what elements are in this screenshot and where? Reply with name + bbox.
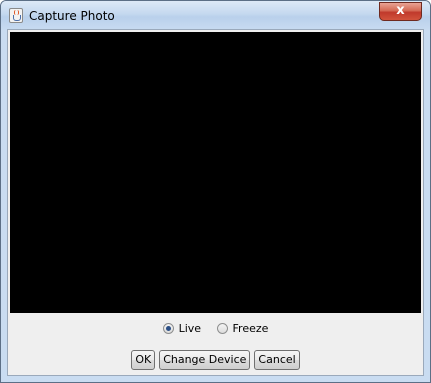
- camera-preview: [10, 32, 421, 313]
- close-button[interactable]: x: [379, 2, 422, 21]
- window-title: Capture Photo: [29, 9, 115, 23]
- freeze-radio-label: Freeze: [232, 322, 269, 335]
- dialog-content: Live Freeze OK Change Device Cancel: [7, 29, 424, 376]
- live-radio[interactable]: Live: [162, 322, 202, 335]
- freeze-radio[interactable]: Freeze: [216, 322, 269, 335]
- close-icon: x: [396, 3, 405, 18]
- title-bar[interactable]: Capture Photo x: [1, 1, 430, 30]
- ok-button[interactable]: OK: [131, 350, 156, 370]
- cancel-button[interactable]: Cancel: [254, 350, 300, 370]
- mode-radio-group: Live Freeze: [8, 322, 423, 338]
- capture-photo-dialog: Capture Photo x Live Freeze OK Change De…: [0, 0, 431, 383]
- live-radio-label: Live: [178, 322, 202, 335]
- live-radio-indicator[interactable]: [162, 323, 174, 334]
- freeze-radio-indicator[interactable]: [216, 323, 228, 334]
- button-row: OK Change Device Cancel: [8, 350, 423, 370]
- java-cup-icon: [9, 8, 23, 23]
- change-device-button[interactable]: Change Device: [159, 350, 251, 370]
